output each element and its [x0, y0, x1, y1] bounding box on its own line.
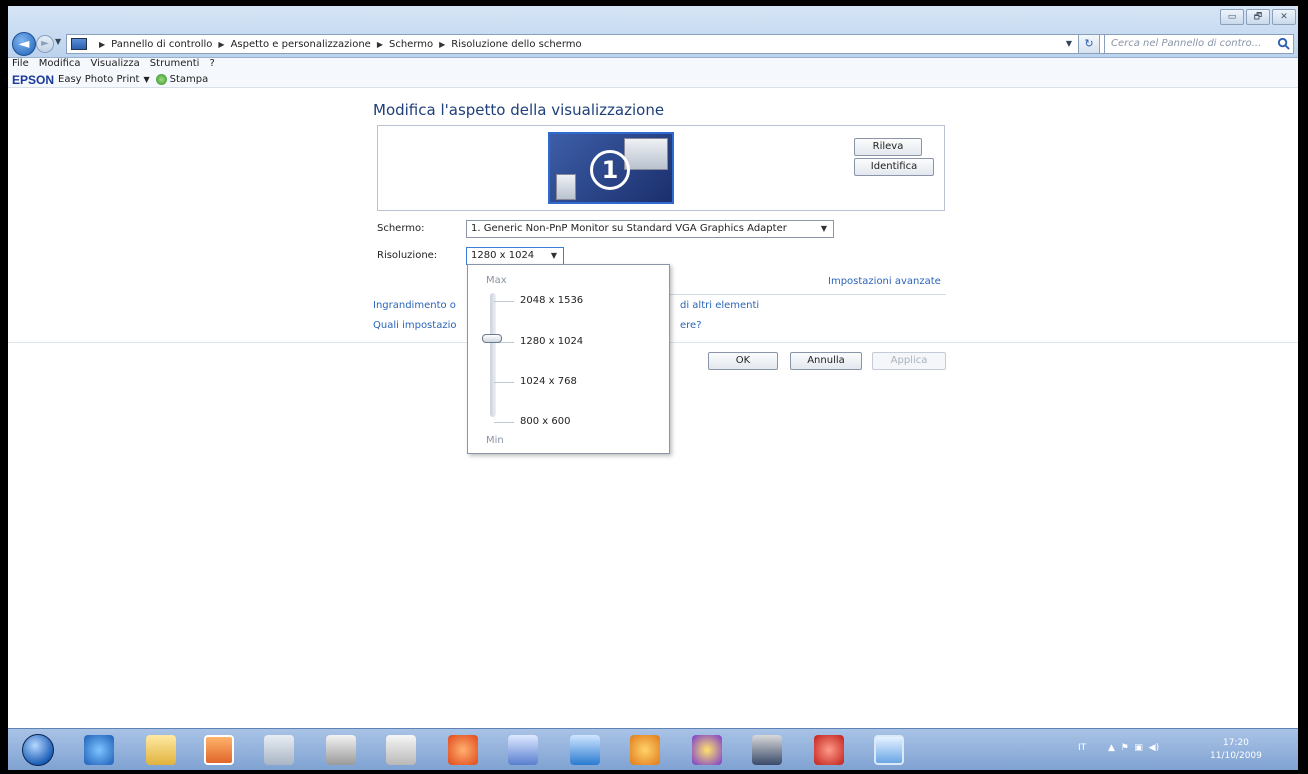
media-player-icon[interactable] [204, 735, 234, 765]
messenger-icon[interactable] [692, 735, 722, 765]
page-title: Modifica l'aspetto della visualizzazione [373, 101, 665, 119]
search-icon [1277, 37, 1290, 50]
advanced-settings-link[interactable]: Impostazioni avanzate [828, 276, 941, 287]
taskbar: IT ▲ ⚑ ▣ ◀) 17:20 11/10/2009 [8, 728, 1298, 770]
start-button[interactable] [22, 734, 54, 766]
minimize-button[interactable]: ▭ [1220, 9, 1244, 25]
language-indicator[interactable]: IT [1078, 743, 1086, 753]
control-panel-taskbar-icon[interactable] [874, 735, 904, 765]
cancel-button[interactable]: Annulla [790, 352, 862, 370]
camera-icon[interactable] [326, 735, 356, 765]
media-icon[interactable] [814, 735, 844, 765]
window-thumbnail [556, 174, 576, 200]
close-button[interactable]: ✕ [1272, 9, 1296, 25]
internet-explorer-icon[interactable] [84, 735, 114, 765]
chevron-down-icon[interactable]: ▼ [143, 75, 149, 84]
print-icon[interactable] [155, 74, 167, 85]
risoluzione-value: 1280 x 1024 [471, 250, 535, 261]
maximize-button[interactable]: 🗗 [1246, 9, 1270, 25]
desktop-screen: ▭ 🗗 ✕ ◄ ► ▼ ▶ Pannello di controllo ▶ As… [8, 6, 1298, 770]
identifica-button[interactable]: Identifica [854, 158, 934, 176]
slider-tick [494, 301, 514, 302]
chevron-right-icon: ▶ [99, 39, 106, 49]
ok-button[interactable]: OK [708, 352, 778, 370]
menu-item-help[interactable]: ? [209, 58, 214, 72]
mail-icon[interactable] [448, 735, 478, 765]
apply-button[interactable]: Applica [872, 352, 946, 370]
zoom-link[interactable]: Ingrandimento o [373, 300, 456, 311]
resolution-option[interactable]: 2048 x 1536 [520, 295, 583, 306]
which-settings-link-tail[interactable]: ere? [680, 320, 702, 331]
window-titlebar: ▭ 🗗 ✕ ◄ ► ▼ ▶ Pannello di controllo ▶ As… [8, 6, 1298, 58]
search-input[interactable]: Cerca nel Pannello di contro... [1104, 34, 1294, 54]
slider-tick [494, 382, 514, 383]
menu-item-visualizza[interactable]: Visualizza [91, 58, 140, 72]
epson-toolbar: EPSON Easy Photo Print ▼ Stampa [8, 72, 1298, 88]
stampa-button[interactable]: Stampa [170, 74, 209, 85]
pen-icon[interactable] [570, 735, 600, 765]
risoluzione-dropdown[interactable]: 1280 x 1024 ▼ [466, 247, 564, 265]
search-app-icon[interactable] [630, 735, 660, 765]
clock[interactable]: 17:20 11/10/2009 [1210, 737, 1262, 763]
notepad-icon[interactable] [386, 735, 416, 765]
word-icon[interactable] [508, 735, 538, 765]
forward-arrow-icon[interactable]: ► [36, 35, 54, 53]
history-dropdown-icon[interactable]: ▼ [55, 37, 61, 46]
breadcrumb-item[interactable]: Schermo [389, 39, 433, 50]
menu-item-file[interactable]: File [12, 58, 29, 72]
control-panel-icon [71, 38, 87, 50]
chevron-right-icon: ▶ [218, 39, 225, 49]
schermo-value: 1. Generic Non-PnP Monitor su Standard V… [471, 223, 787, 234]
users-icon[interactable] [752, 735, 782, 765]
address-dropdown-icon[interactable]: ▼ [1062, 34, 1076, 54]
clock-time: 17:20 [1222, 738, 1249, 748]
resolution-option[interactable]: 1280 x 1024 [520, 336, 583, 347]
breadcrumb-item[interactable]: Pannello di controllo [111, 39, 212, 50]
monitor-number: 1 [590, 150, 630, 190]
chevron-right-icon: ▶ [376, 39, 383, 49]
schermo-dropdown[interactable]: 1. Generic Non-PnP Monitor su Standard V… [466, 220, 834, 238]
rileva-button[interactable]: Rileva [854, 138, 922, 156]
resolution-option[interactable]: 1024 x 768 [520, 376, 577, 387]
slider-tick [494, 422, 514, 423]
schermo-label: Schermo: [377, 223, 425, 234]
breadcrumb-item[interactable]: Risoluzione dello schermo [451, 39, 581, 50]
chevron-down-icon: ▼ [820, 224, 827, 233]
which-settings-link[interactable]: Quali impostazio [373, 320, 456, 331]
refresh-button[interactable]: ↻ [1078, 34, 1100, 54]
slider-min-label: Min [486, 435, 504, 446]
resolution-option[interactable]: 800 x 600 [520, 416, 570, 427]
menu-item-strumenti[interactable]: Strumenti [150, 58, 200, 72]
window-thumbnail [624, 138, 668, 170]
resolution-popup: Max 2048 x 1536 1280 x 1024 1024 x 768 8… [467, 264, 670, 454]
back-arrow-icon[interactable]: ◄ [12, 32, 36, 56]
zoom-link-tail[interactable]: di altri elementi [680, 300, 759, 311]
easy-photo-print-button[interactable]: Easy Photo Print [58, 74, 139, 85]
breadcrumb-item[interactable]: Aspetto e personalizzazione [231, 39, 371, 50]
tray-icons[interactable]: ▲ ⚑ ▣ ◀) [1108, 743, 1159, 753]
chevron-down-icon: ▼ [550, 251, 557, 260]
divider [670, 294, 946, 295]
folder-icon[interactable] [146, 735, 176, 765]
menu-item-modifica[interactable]: Modifica [39, 58, 81, 72]
resolution-slider-thumb[interactable] [482, 334, 502, 343]
clock-date: 11/10/2009 [1210, 751, 1262, 761]
resolution-slider-track[interactable] [490, 293, 496, 417]
monitor-1[interactable]: 1 [548, 132, 674, 204]
epson-logo: EPSON [12, 72, 55, 87]
display-preview: 1 Rileva Identifica [377, 125, 945, 211]
chevron-right-icon: ▶ [439, 39, 446, 49]
tools-icon[interactable] [264, 735, 294, 765]
slider-max-label: Max [486, 275, 507, 286]
address-bar[interactable]: ▶ Pannello di controllo ▶ Aspetto e pers… [66, 34, 1110, 54]
menu-bar: File Modifica Visualizza Strumenti ? [8, 58, 1298, 72]
search-placeholder: Cerca nel Pannello di contro... [1111, 38, 1262, 49]
risoluzione-label: Risoluzione: [377, 250, 438, 261]
